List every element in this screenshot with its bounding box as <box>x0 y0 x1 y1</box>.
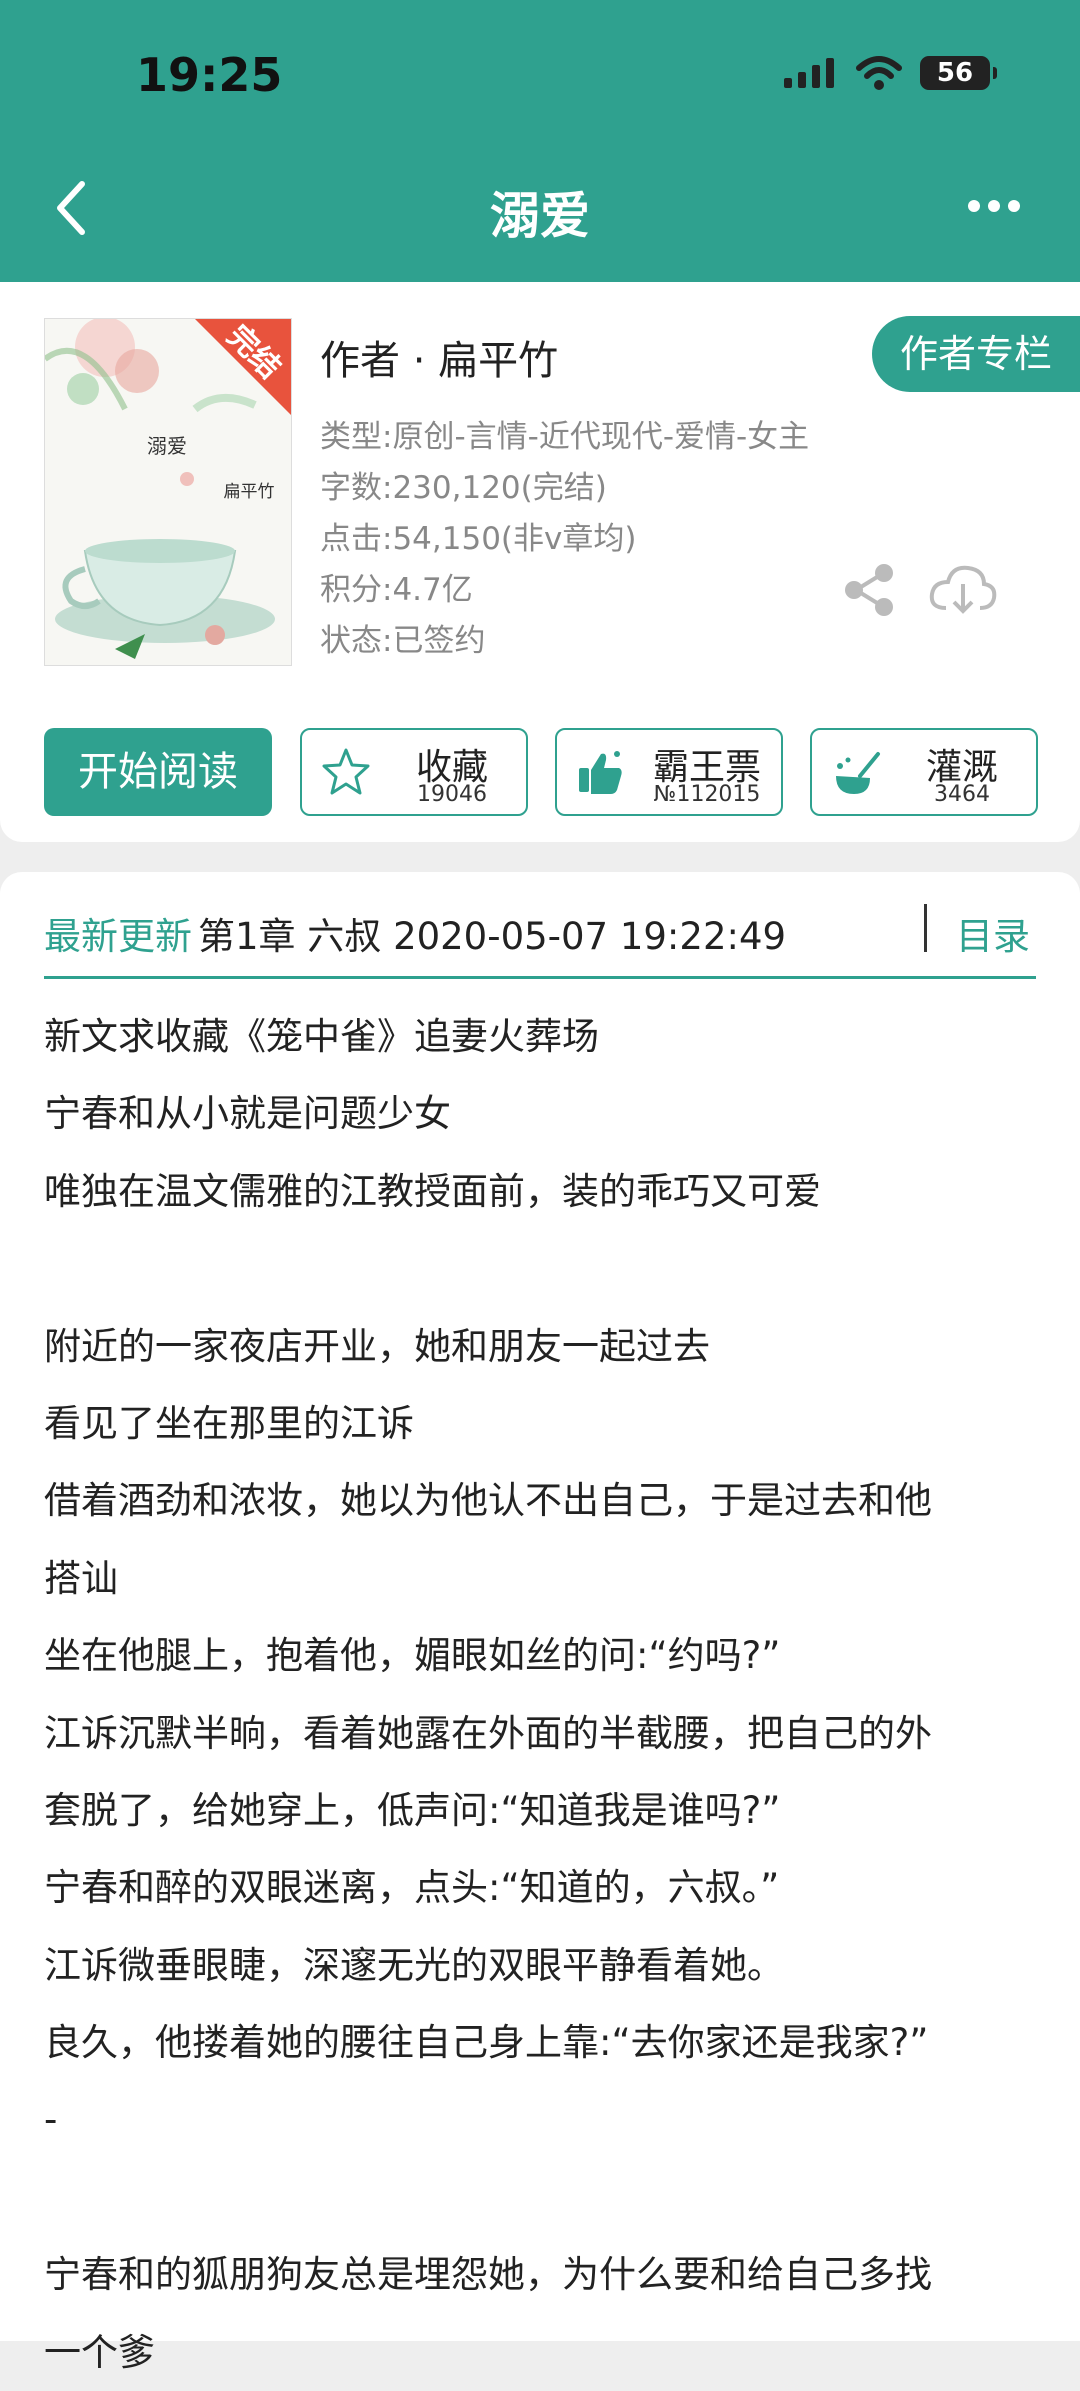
latest-update-label: 最新更新 <box>44 915 192 958</box>
nourish-count: 3464 <box>934 782 990 807</box>
synopsis-line: 新文求收藏《笼中雀》追妻火葬场 <box>44 1015 599 1058</box>
synopsis-line: 看见了坐在那里的江诉 <box>44 1401 414 1445</box>
thumbs-up-icon <box>579 751 622 794</box>
synopsis-line: 唯独在温文儒雅的江教授面前，装的乖巧又可爱 <box>44 1169 821 1213</box>
synopsis: 新文求收藏《笼中雀》追妻火葬场 宁春和从小就是问题少女 唯独在温文儒雅的江教授面… <box>44 998 1040 2391</box>
synopsis-line: 坐在他腿上，抱着他，媚眼如丝的问:“约吗?” <box>44 1634 781 1678</box>
synopsis-line: 良久，他搂着她的腰往自己身上靠:“去你家还是我家?” <box>44 2021 929 2065</box>
synopsis-line <box>44 2159 1040 2236</box>
synopsis-line: - <box>44 2098 58 2142</box>
book-content: 最新更新 第1章 六叔 2020-05-07 19:22:49 目录 新文求收藏… <box>0 872 1080 2374</box>
collect-count: 19046 <box>417 782 487 807</box>
meta-score: 积分:4.7亿 <box>320 572 473 608</box>
nourish-button[interactable]: 灌溉 3464 <box>810 728 1038 816</box>
author-column-button[interactable]: 作者专栏 <box>872 316 1080 392</box>
meta-clicks: 点击:54,150(非v章均) <box>320 521 637 557</box>
collect-button[interactable]: 收藏 19046 <box>300 728 528 816</box>
divider <box>44 976 1036 979</box>
star-icon <box>322 748 370 795</box>
more-icon[interactable] <box>968 192 1024 220</box>
meta-word-count: 字数:230,120(完结) <box>320 470 607 506</box>
synopsis-line: 借着酒劲和浓妆，她以为他认不出自己，于是过去和他 <box>44 1479 932 1523</box>
share-icon[interactable] <box>842 562 898 618</box>
vote-count: №112015 <box>653 782 761 807</box>
divider <box>924 904 927 952</box>
meta-type: 类型:原创-言情-近代现代-爱情-女主 <box>320 419 810 455</box>
start-reading-button[interactable]: 开始阅读 <box>44 728 272 816</box>
wifi-icon <box>856 56 902 90</box>
synopsis-line: 一个爹 <box>44 2330 155 2374</box>
toc-link[interactable]: 目录 <box>956 906 1030 960</box>
cover-title: 溺爱 <box>147 434 187 458</box>
author-name[interactable]: 作者 · 扁平竹 <box>320 328 558 386</box>
cellular-signal-icon <box>784 58 834 88</box>
synopsis-line: 宁春和从小就是问题少女 <box>44 1092 451 1136</box>
synopsis-line: 附近的一家夜店开业，她和朋友一起过去 <box>44 1324 710 1368</box>
cover-author: 扁平竹 <box>224 482 275 502</box>
synopsis-line <box>44 1230 1040 1307</box>
synopsis-line: 宁春和醉的双眼迷离，点头:“知道的，六叔。” <box>44 1866 780 1910</box>
battery-icon: 56 <box>920 56 997 90</box>
synopsis-line: 江诉微垂眼睫，深邃无光的双眼平静看着她。 <box>44 1943 784 1987</box>
book-meta: 类型:原创-言情-近代现代-爱情-女主 字数:230,120(完结) 点击:54… <box>320 412 809 667</box>
book-info-card: 完结 溺爱 扁平竹 作者 · 扁平竹 作者专栏 类型:原创-言情-近代现代-爱情… <box>0 282 1080 842</box>
page-title: 溺爱 <box>490 187 590 245</box>
synopsis-line: 套脱了，给她穿上，低声问:“知道我是谁吗?” <box>44 1788 781 1832</box>
latest-chapter[interactable]: 第1章 六叔 2020-05-07 19:22:49 <box>198 906 786 960</box>
action-bar: 开始阅读 收藏 19046 霸王票 №112015 灌溉 3464 <box>44 728 1038 816</box>
synopsis-line: 江诉沉默半晌，看着她露在外面的半截腰，把自己的外 <box>44 1711 932 1755</box>
vote-button[interactable]: 霸王票 №112015 <box>555 728 783 816</box>
latest-update-row[interactable]: 最新更新 第1章 六叔 2020-05-07 19:22:49 目录 <box>44 898 1036 968</box>
status-icons: 56 <box>782 56 997 90</box>
status-time: 19:25 <box>136 48 283 102</box>
book-cover[interactable]: 完结 溺爱 扁平竹 <box>44 318 292 666</box>
meta-status: 状态:已签约 <box>320 623 486 659</box>
download-icon[interactable] <box>928 562 998 618</box>
watering-can-icon <box>836 752 880 794</box>
app-header: 19:25 56 溺爱 <box>0 0 1080 282</box>
synopsis-line: 宁春和的狐朋狗友总是埋怨她，为什么要和给自己多找 <box>44 2253 932 2297</box>
synopsis-line: 搭讪 <box>44 1556 118 1600</box>
